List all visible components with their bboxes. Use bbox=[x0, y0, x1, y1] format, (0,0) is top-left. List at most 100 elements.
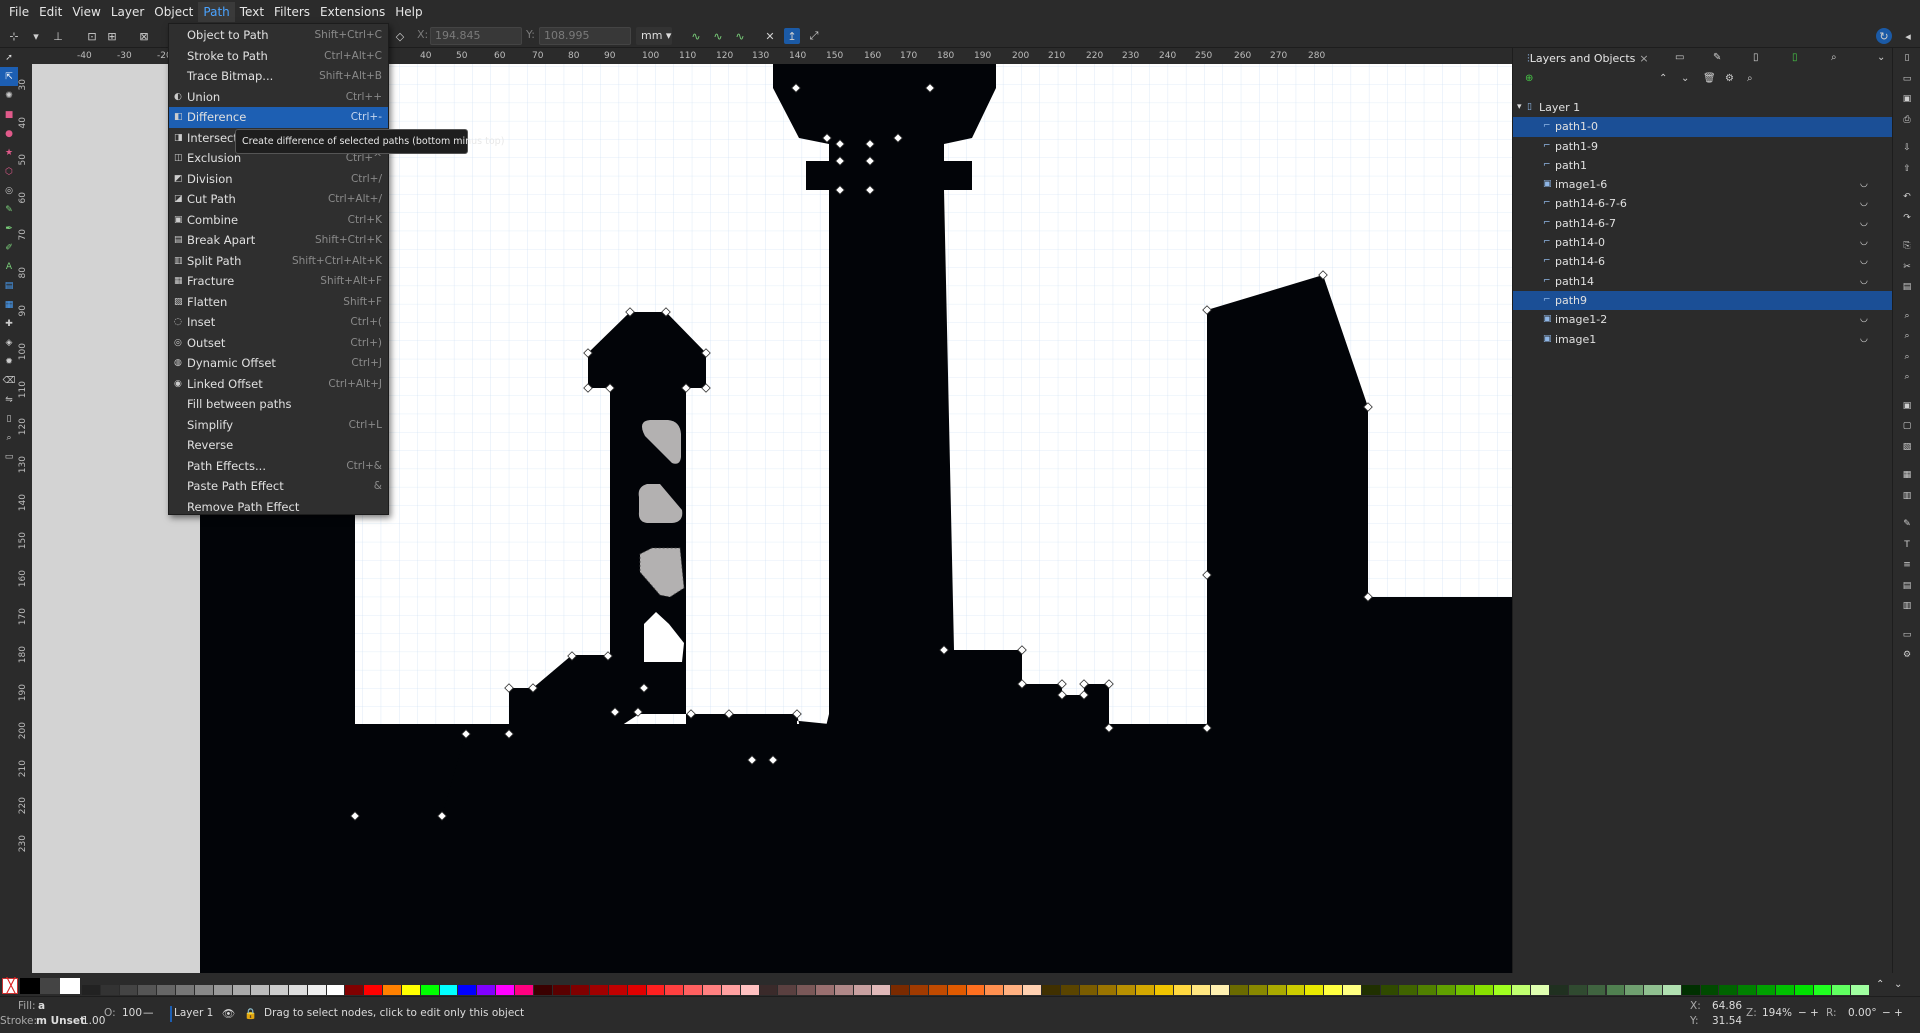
palette-swatch[interactable] bbox=[364, 985, 383, 995]
star-tool-icon[interactable]: ★ bbox=[0, 143, 18, 162]
select-all-nodes-icon[interactable]: ⊹ bbox=[6, 28, 22, 44]
palette-swatch[interactable] bbox=[778, 985, 797, 995]
palette-swatch[interactable] bbox=[1662, 985, 1681, 995]
palette-swatch[interactable] bbox=[891, 985, 910, 995]
palette-swatch[interactable] bbox=[1757, 985, 1775, 995]
new-document-icon[interactable]: ▯ bbox=[1893, 48, 1920, 69]
palette-swatch[interactable] bbox=[345, 985, 364, 995]
palette-swatch[interactable] bbox=[1531, 985, 1550, 995]
palette-swatch[interactable] bbox=[1117, 985, 1135, 995]
zoom-drawing-icon[interactable]: ⌕ bbox=[1893, 326, 1920, 347]
opacity-value[interactable]: 100 bbox=[122, 1007, 142, 1019]
menu-item-division[interactable]: ◩ Division Ctrl+/ bbox=[169, 169, 388, 190]
visibility-toggle-icon[interactable]: ◡ bbox=[1860, 330, 1868, 349]
menu-view[interactable]: View bbox=[67, 2, 105, 22]
palette-swatch[interactable] bbox=[646, 985, 665, 995]
menu-filters[interactable]: Filters bbox=[269, 2, 315, 22]
palette-swatch[interactable] bbox=[232, 985, 251, 995]
visibility-toggle-icon[interactable]: ◡ bbox=[1860, 175, 1868, 194]
palette-swatch[interactable] bbox=[1173, 985, 1192, 995]
eraser-tool-icon[interactable]: ⌫ bbox=[0, 371, 18, 390]
stroke-width[interactable]: 1.00 bbox=[82, 1015, 105, 1027]
palette-swatch[interactable] bbox=[1399, 985, 1418, 995]
palette-swatch[interactable] bbox=[326, 985, 345, 995]
palette-swatch[interactable] bbox=[213, 985, 232, 995]
palette-swatch[interactable] bbox=[985, 985, 1004, 995]
unlink-clone-icon[interactable]: ▧ bbox=[1893, 437, 1920, 458]
palette-swatch[interactable] bbox=[176, 985, 194, 995]
palette-swatch[interactable] bbox=[1248, 985, 1267, 995]
break-path-icon[interactable]: ⊠ bbox=[136, 28, 152, 44]
path-effect-icon[interactable]: ∿ bbox=[688, 28, 704, 44]
palette-swatch[interactable] bbox=[1738, 985, 1757, 995]
white-swatch[interactable] bbox=[60, 978, 80, 994]
menu-item-difference[interactable]: ◧ Difference Ctrl+- bbox=[169, 107, 388, 128]
gradient-tool-icon[interactable]: ▤ bbox=[0, 276, 18, 295]
opacity-stepper-icon[interactable]: — bbox=[143, 1007, 154, 1019]
xml-editor-icon[interactable]: ▥ bbox=[1893, 596, 1920, 617]
layers-icon[interactable]: ≡ bbox=[1893, 555, 1920, 576]
box-3d-tool-icon[interactable]: ⬡ bbox=[0, 162, 18, 181]
palette-swatch[interactable] bbox=[759, 985, 778, 995]
y-coordinate-field[interactable]: 108.995 bbox=[539, 27, 631, 45]
menu-item-trace-bitmap[interactable]: Trace Bitmap... Shift+Alt+B bbox=[169, 66, 388, 87]
delete-icon[interactable]: 🗑 bbox=[1703, 73, 1716, 84]
dropdown-icon[interactable]: ▾ bbox=[28, 28, 44, 44]
visibility-icon[interactable]: 👁 bbox=[222, 1007, 235, 1020]
palette-swatch[interactable] bbox=[1079, 985, 1098, 995]
palette-swatch[interactable] bbox=[401, 985, 420, 995]
visibility-toggle-icon[interactable]: ◡ bbox=[1860, 233, 1868, 252]
layer-row[interactable]: ▾ ▯ Layer 1 bbox=[1513, 98, 1893, 117]
palette-swatch[interactable] bbox=[1060, 985, 1079, 995]
document-properties-icon[interactable]: ▭ bbox=[1893, 625, 1920, 646]
palette-swatch[interactable] bbox=[834, 985, 853, 995]
palette-swatch[interactable] bbox=[1286, 985, 1305, 995]
palette-swatch[interactable] bbox=[458, 985, 477, 995]
visibility-toggle-icon[interactable]: ◡ bbox=[1860, 194, 1868, 213]
palette-swatch[interactable] bbox=[82, 985, 100, 995]
palette-swatch[interactable] bbox=[1455, 985, 1474, 995]
dropper-tool-icon[interactable]: ✚ bbox=[0, 314, 18, 333]
palette-swatch[interactable] bbox=[1700, 985, 1719, 995]
zoom-page-icon[interactable]: ⌕ bbox=[1893, 347, 1920, 368]
align-icon[interactable]: ▤ bbox=[1893, 576, 1920, 597]
spiral-tool-icon[interactable]: ◎ bbox=[0, 181, 18, 200]
palette-swatch[interactable] bbox=[1343, 985, 1361, 995]
palette-swatch[interactable] bbox=[1644, 985, 1662, 995]
tab-layers-and-objects[interactable]: ⫶Layers and Objects × bbox=[1527, 52, 1649, 66]
palette-swatch[interactable] bbox=[533, 985, 552, 995]
object-row[interactable]: ⌐ path14-6-7-6 ◡ bbox=[1513, 194, 1893, 213]
palette-swatch[interactable] bbox=[552, 985, 571, 995]
palette-swatch[interactable] bbox=[1023, 985, 1041, 995]
paint-bucket-tool-icon[interactable]: ◈ bbox=[0, 333, 18, 352]
measure-tool-icon[interactable]: ▯ bbox=[0, 409, 18, 428]
palette-swatch[interactable] bbox=[1267, 985, 1286, 995]
object-row[interactable]: ⌐ path14-0 ◡ bbox=[1513, 233, 1893, 252]
pencil-tool-icon[interactable]: ✎ bbox=[0, 200, 18, 219]
new-icon[interactable]: ▯ bbox=[1792, 52, 1798, 63]
move-up-icon[interactable]: ⌃ bbox=[1659, 73, 1667, 84]
page-icon[interactable]: ▯ bbox=[1753, 52, 1759, 63]
palette-swatch[interactable] bbox=[1493, 985, 1512, 995]
object-row[interactable]: ⌐ path1-9 bbox=[1513, 137, 1893, 156]
palette-swatch[interactable] bbox=[194, 985, 213, 995]
palette-swatch[interactable] bbox=[947, 985, 966, 995]
fill-value[interactable]: a bbox=[38, 1000, 45, 1012]
palette-swatch[interactable] bbox=[119, 985, 138, 995]
menu-item-fracture[interactable]: ▦ Fracture Shift+Alt+F bbox=[169, 271, 388, 292]
palette-swatch[interactable] bbox=[590, 985, 608, 995]
transform-handles-icon[interactable]: ✕ bbox=[762, 28, 778, 44]
text-font-icon[interactable]: T bbox=[1893, 535, 1920, 556]
palette-swatch[interactable] bbox=[1625, 985, 1644, 995]
menu-path[interactable]: Path bbox=[198, 2, 235, 22]
clone-icon[interactable]: ▢ bbox=[1893, 416, 1920, 437]
zoom-tool-icon[interactable]: ⌕ bbox=[0, 428, 18, 447]
group-icon[interactable]: ▦ bbox=[1893, 465, 1920, 486]
palette-swatch[interactable] bbox=[608, 985, 627, 995]
object-row[interactable]: ⌐ path14-6 ◡ bbox=[1513, 252, 1893, 271]
pages-tool-icon[interactable]: ▭ bbox=[0, 447, 18, 466]
stroke-value[interactable]: m Unset bbox=[36, 1015, 85, 1027]
menu-text[interactable]: Text bbox=[235, 2, 269, 22]
palette-swatch[interactable] bbox=[1512, 985, 1531, 995]
search-icon[interactable]: ⌕ bbox=[1747, 73, 1753, 84]
